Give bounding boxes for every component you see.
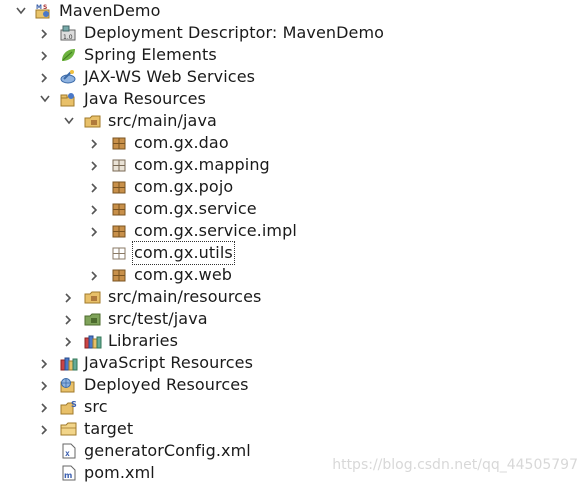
chevron-down-icon[interactable] (38, 88, 52, 110)
chevron-right-icon[interactable] (62, 330, 76, 352)
src-folder-icon: S (60, 399, 77, 415)
tree-row-target[interactable]: target (0, 418, 588, 440)
tree-row-src[interactable]: S src (0, 396, 588, 418)
package-icon (111, 157, 127, 173)
tree-label-spring-elements: Spring Elements (84, 45, 217, 64)
tree-label-src-test-java: src/test/java (108, 309, 208, 328)
tree-row-libraries[interactable]: Libraries (0, 330, 588, 352)
tree-label-com-gx-web: com.gx.web (134, 265, 233, 284)
tree-label-src: src (84, 397, 108, 416)
package-icon (111, 267, 127, 283)
chevron-right-icon[interactable] (38, 22, 52, 44)
chevron-right-icon[interactable] (38, 44, 52, 66)
tree-label-com-gx-utils: com.gx.utils (132, 241, 235, 265)
chevron-right-icon[interactable] (88, 220, 102, 242)
tree-row-java-resources[interactable]: Java Resources (0, 88, 588, 110)
tree-label-deployment-descriptor: Deployment Descriptor: MavenDemo (84, 23, 385, 42)
svg-text:m: m (64, 471, 72, 480)
web-services-icon (60, 69, 76, 85)
project-explorer-tree: M S MavenDemo 1.0 Deployment Descriptor:… (0, 0, 588, 484)
tree-label-pom-xml: pom.xml (84, 463, 155, 482)
tree-label-com-gx-service-impl: com.gx.service.impl (134, 221, 297, 240)
tree-label-java-resources: Java Resources (84, 89, 206, 108)
tree-row-com-gx-utils[interactable]: com.gx.utils (0, 241, 588, 265)
tree-row-javascript-resources[interactable]: JavaScript Resources (0, 352, 588, 374)
deployment-descriptor-icon: 1.0 (60, 25, 76, 41)
chevron-right-icon[interactable] (88, 176, 102, 198)
tree-label-deployed-resources: Deployed Resources (84, 375, 249, 394)
source-folder-icon (84, 311, 101, 327)
chevron-right-icon[interactable] (88, 154, 102, 176)
folder-icon (60, 421, 77, 437)
tree-row-src-main-resources[interactable]: src/main/resources (0, 286, 588, 308)
xml-file-icon: x (62, 443, 78, 459)
tree-row-com-gx-service-impl[interactable]: com.gx.service.impl (0, 220, 588, 242)
tree-row-com-gx-dao[interactable]: com.gx.dao (0, 132, 588, 154)
chevron-right-icon[interactable] (38, 396, 52, 418)
package-icon (111, 201, 127, 217)
chevron-down-icon[interactable] (14, 0, 28, 22)
tree-label-com-gx-dao: com.gx.dao (134, 133, 229, 152)
chevron-right-icon[interactable] (62, 286, 76, 308)
chevron-right-icon[interactable] (88, 198, 102, 220)
tree-label-com-gx-service: com.gx.service (134, 199, 257, 218)
tree-row-deployed-resources[interactable]: Deployed Resources (0, 374, 588, 396)
tree-row-com-gx-service[interactable]: com.gx.service (0, 198, 588, 220)
libraries-icon (84, 333, 102, 349)
tree-row-mavendemo[interactable]: M S MavenDemo (0, 0, 588, 22)
chevron-right-icon[interactable] (38, 352, 52, 374)
svg-text:x: x (65, 449, 70, 458)
tree-label-src-main-java: src/main/java (108, 111, 217, 130)
svg-text:1.0: 1.0 (63, 34, 73, 41)
tree-label-mavendemo: MavenDemo (59, 1, 161, 20)
tree-label-com-gx-pojo: com.gx.pojo (134, 177, 234, 196)
empty-package-icon (111, 245, 127, 261)
tree-row-com-gx-web[interactable]: com.gx.web (0, 264, 588, 286)
tree-row-src-test-java[interactable]: src/test/java (0, 308, 588, 330)
javascript-resources-icon (60, 355, 78, 371)
svg-text:S: S (71, 400, 77, 409)
tree-label-generatorconfig-xml: generatorConfig.xml (84, 441, 251, 460)
tree-label-src-main-resources: src/main/resources (108, 287, 262, 306)
maven-project-icon: M S (35, 3, 51, 19)
source-folder-icon (84, 289, 101, 305)
chevron-right-icon[interactable] (38, 418, 52, 440)
spring-leaf-icon (60, 47, 76, 63)
tree-label-com-gx-mapping: com.gx.mapping (134, 155, 270, 174)
deployed-resources-icon (60, 377, 76, 393)
tree-row-src-main-java[interactable]: src/main/java (0, 110, 588, 132)
tree-row-spring-elements[interactable]: Spring Elements (0, 44, 588, 66)
chevron-down-icon[interactable] (62, 110, 76, 132)
tree-label-libraries: Libraries (108, 331, 179, 350)
tree-row-com-gx-mapping[interactable]: com.gx.mapping (0, 154, 588, 176)
svg-text:S: S (43, 4, 47, 11)
chevron-right-icon[interactable] (62, 308, 76, 330)
tree-row-com-gx-pojo[interactable]: com.gx.pojo (0, 176, 588, 198)
package-icon (111, 135, 127, 151)
chevron-right-icon[interactable] (38, 374, 52, 396)
chevron-right-icon[interactable] (88, 264, 102, 286)
maven-pom-icon: m (62, 465, 78, 481)
tree-label-jax-ws: JAX-WS Web Services (84, 67, 256, 86)
watermark-text: https://blog.csdn.net/qq_44505797 (332, 457, 578, 473)
tree-label-target: target (84, 419, 134, 438)
source-folder-icon (84, 113, 101, 129)
svg-text:M: M (36, 4, 42, 11)
tree-row-jax-ws[interactable]: JAX-WS Web Services (0, 66, 588, 88)
chevron-right-icon[interactable] (88, 132, 102, 154)
java-resources-icon (60, 91, 76, 107)
tree-row-deployment-descriptor[interactable]: 1.0 Deployment Descriptor: MavenDemo (0, 22, 588, 44)
chevron-right-icon[interactable] (38, 66, 52, 88)
package-icon (111, 179, 127, 195)
tree-label-javascript-resources: JavaScript Resources (84, 353, 253, 372)
package-icon (111, 223, 127, 239)
